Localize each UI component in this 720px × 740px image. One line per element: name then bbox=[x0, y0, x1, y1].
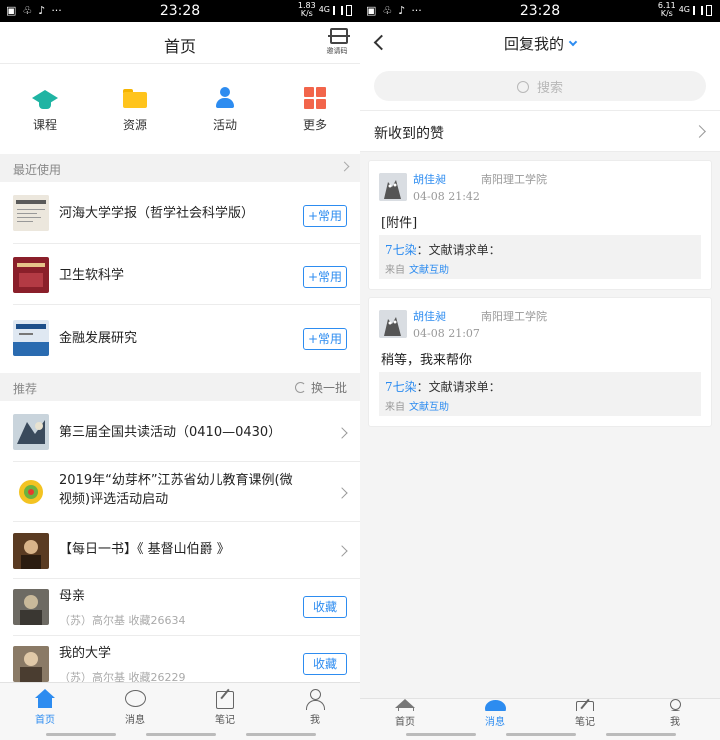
reply-content: 稍等，我来帮你 bbox=[381, 353, 473, 368]
chevron-right-icon bbox=[693, 125, 706, 138]
folder-icon bbox=[122, 86, 148, 110]
activity-logo bbox=[13, 474, 49, 510]
reply-school: 南阳理工学院 bbox=[481, 310, 547, 323]
invite-code-label: 邀请码 bbox=[326, 47, 348, 55]
chevron-right-icon bbox=[336, 427, 348, 439]
status-bar: ▣ ♧ ♪ ··· 23:28 6.11 K/s 4G bbox=[360, 0, 720, 22]
journal-cover bbox=[13, 320, 49, 356]
add-favorite-button[interactable]: +常用 bbox=[303, 328, 347, 350]
list-item[interactable]: 【每日一书】《 基督山伯爵 》 bbox=[0, 522, 360, 579]
home-icon bbox=[394, 699, 416, 711]
avatar bbox=[379, 173, 407, 201]
tab-notes[interactable]: 笔记 bbox=[180, 683, 270, 740]
replies-header: 回复我的 bbox=[360, 22, 720, 64]
network-speed: 1.83 K/s bbox=[297, 1, 316, 18]
replies-screen: ▣ ♧ ♪ ··· 23:28 6.11 K/s 4G 回复我的 搜索 新收到的赞 胡佳… bbox=[360, 0, 720, 740]
journal-cover bbox=[13, 195, 49, 231]
profile-icon bbox=[304, 689, 326, 710]
network-speed: 6.11 K/s bbox=[657, 1, 676, 18]
reply-card[interactable]: 胡佳昶 南阳理工学院 04-08 21:07 稍等，我来帮你 7七染：文献请求单… bbox=[368, 297, 712, 427]
refresh-icon bbox=[294, 382, 306, 393]
scan-icon bbox=[328, 28, 350, 44]
reply-time: 04-08 21:07 bbox=[413, 327, 480, 340]
message-icon bbox=[124, 689, 146, 709]
reply-time: 04-08 21:42 bbox=[413, 190, 480, 203]
battery-icon bbox=[346, 4, 352, 16]
list-item[interactable]: 河海大学学报（哲学社会科学版） +常用 bbox=[0, 182, 360, 244]
list-item[interactable]: 母亲 （苏）高尔基 收藏26634 收藏 bbox=[0, 579, 360, 636]
network-type: 4G bbox=[678, 5, 690, 14]
list-item[interactable]: 2019年“幼芽杯”江苏省幼儿教育课例(微视频)评选活动启动 bbox=[0, 462, 360, 522]
quoted-post[interactable]: 7七染：文献请求单： 来自 文献互助 bbox=[379, 372, 701, 416]
list-item[interactable]: 卫生软科学 +常用 bbox=[0, 244, 360, 305]
quote-author[interactable]: 7七染 bbox=[385, 243, 417, 257]
collect-button[interactable]: 收藏 bbox=[303, 653, 347, 675]
home-screen: ▣ ♧ ♪ ··· 23:28 1.83 K/s 4G 首页 邀请码 课程 资源 活动 bbox=[0, 0, 360, 740]
signal-icon bbox=[693, 5, 703, 15]
refresh-button[interactable]: 换一批 bbox=[294, 379, 347, 396]
home-icon bbox=[34, 689, 56, 709]
invite-code-button[interactable]: 邀请码 bbox=[326, 26, 352, 60]
recommend-header: 推荐 换一批 bbox=[0, 373, 360, 401]
grid-item-activities[interactable]: 活动 bbox=[180, 64, 270, 154]
tab-me[interactable]: 我 bbox=[270, 683, 360, 740]
reply-school: 南阳理工学院 bbox=[481, 173, 547, 186]
page-title: 首页 bbox=[163, 37, 196, 56]
journal-cover bbox=[13, 257, 49, 293]
activity-thumbnail bbox=[13, 414, 49, 450]
grid-item-resources[interactable]: 资源 bbox=[90, 64, 180, 154]
people-icon bbox=[212, 86, 238, 110]
recent-header[interactable]: 最近使用 bbox=[0, 154, 360, 182]
tab-messages[interactable]: 消息 bbox=[90, 683, 180, 740]
home-header: 首页 邀请码 bbox=[0, 22, 360, 64]
source-link[interactable]: 文献互助 bbox=[409, 265, 449, 276]
grid-item-more[interactable]: 更多 bbox=[270, 64, 360, 154]
battery-icon bbox=[706, 4, 712, 16]
book-thumbnail bbox=[13, 589, 49, 625]
network-type: 4G bbox=[318, 5, 330, 14]
reply-author[interactable]: 胡佳昶 bbox=[413, 308, 446, 324]
collect-button[interactable]: 收藏 bbox=[303, 596, 347, 618]
tab-home[interactable]: 首页 bbox=[0, 683, 90, 740]
grid-item-courses[interactable]: 课程 bbox=[0, 64, 90, 154]
list-item[interactable]: 金融发展研究 +常用 bbox=[0, 305, 360, 373]
graduation-cap-icon bbox=[32, 86, 58, 110]
chevron-right-icon bbox=[339, 161, 350, 172]
bottom-tab-bar: 首页 消息 笔记 我 bbox=[0, 682, 360, 740]
add-favorite-button[interactable]: +常用 bbox=[303, 266, 347, 288]
message-icon bbox=[484, 699, 506, 711]
page-title-dropdown[interactable]: 回复我的 bbox=[360, 33, 720, 54]
search-icon bbox=[516, 81, 529, 93]
reply-author[interactable]: 胡佳昶 bbox=[413, 171, 446, 187]
book-thumbnail bbox=[13, 533, 49, 569]
status-bar: ▣ ♧ ♪ ··· 23:28 1.83 K/s 4G bbox=[0, 0, 360, 22]
quote-author[interactable]: 7七染 bbox=[385, 380, 417, 394]
list-item[interactable]: 第三届全国共读活动（0410—0430） bbox=[0, 401, 360, 462]
list-item[interactable]: 我的大学 （苏）高尔基 收藏26229 收藏 bbox=[0, 636, 360, 684]
source-link[interactable]: 文献互助 bbox=[409, 402, 449, 413]
reply-card[interactable]: 胡佳昶 南阳理工学院 04-08 21:42 [附件] 7七染：文献请求单： 来… bbox=[368, 160, 712, 290]
bottom-tab-bar: 首页 消息 笔记 我 bbox=[360, 698, 720, 740]
function-grid: 课程 资源 活动 更多 bbox=[0, 64, 360, 154]
search-input[interactable]: 搜索 bbox=[374, 71, 706, 101]
quoted-post[interactable]: 7七染：文献请求单： 来自 文献互助 bbox=[379, 235, 701, 279]
note-icon bbox=[574, 699, 596, 711]
new-likes-row[interactable]: 新收到的赞 bbox=[360, 110, 720, 152]
signal-icon bbox=[333, 5, 343, 15]
reply-content: [附件] bbox=[381, 216, 418, 231]
add-favorite-button[interactable]: +常用 bbox=[303, 205, 347, 227]
chevron-right-icon bbox=[336, 545, 348, 557]
chevron-right-icon bbox=[336, 487, 348, 499]
avatar bbox=[379, 310, 407, 338]
book-thumbnail bbox=[13, 646, 49, 682]
profile-icon bbox=[664, 699, 686, 711]
note-icon bbox=[214, 689, 236, 709]
chevron-down-icon bbox=[568, 37, 578, 47]
grid-icon bbox=[302, 86, 328, 110]
